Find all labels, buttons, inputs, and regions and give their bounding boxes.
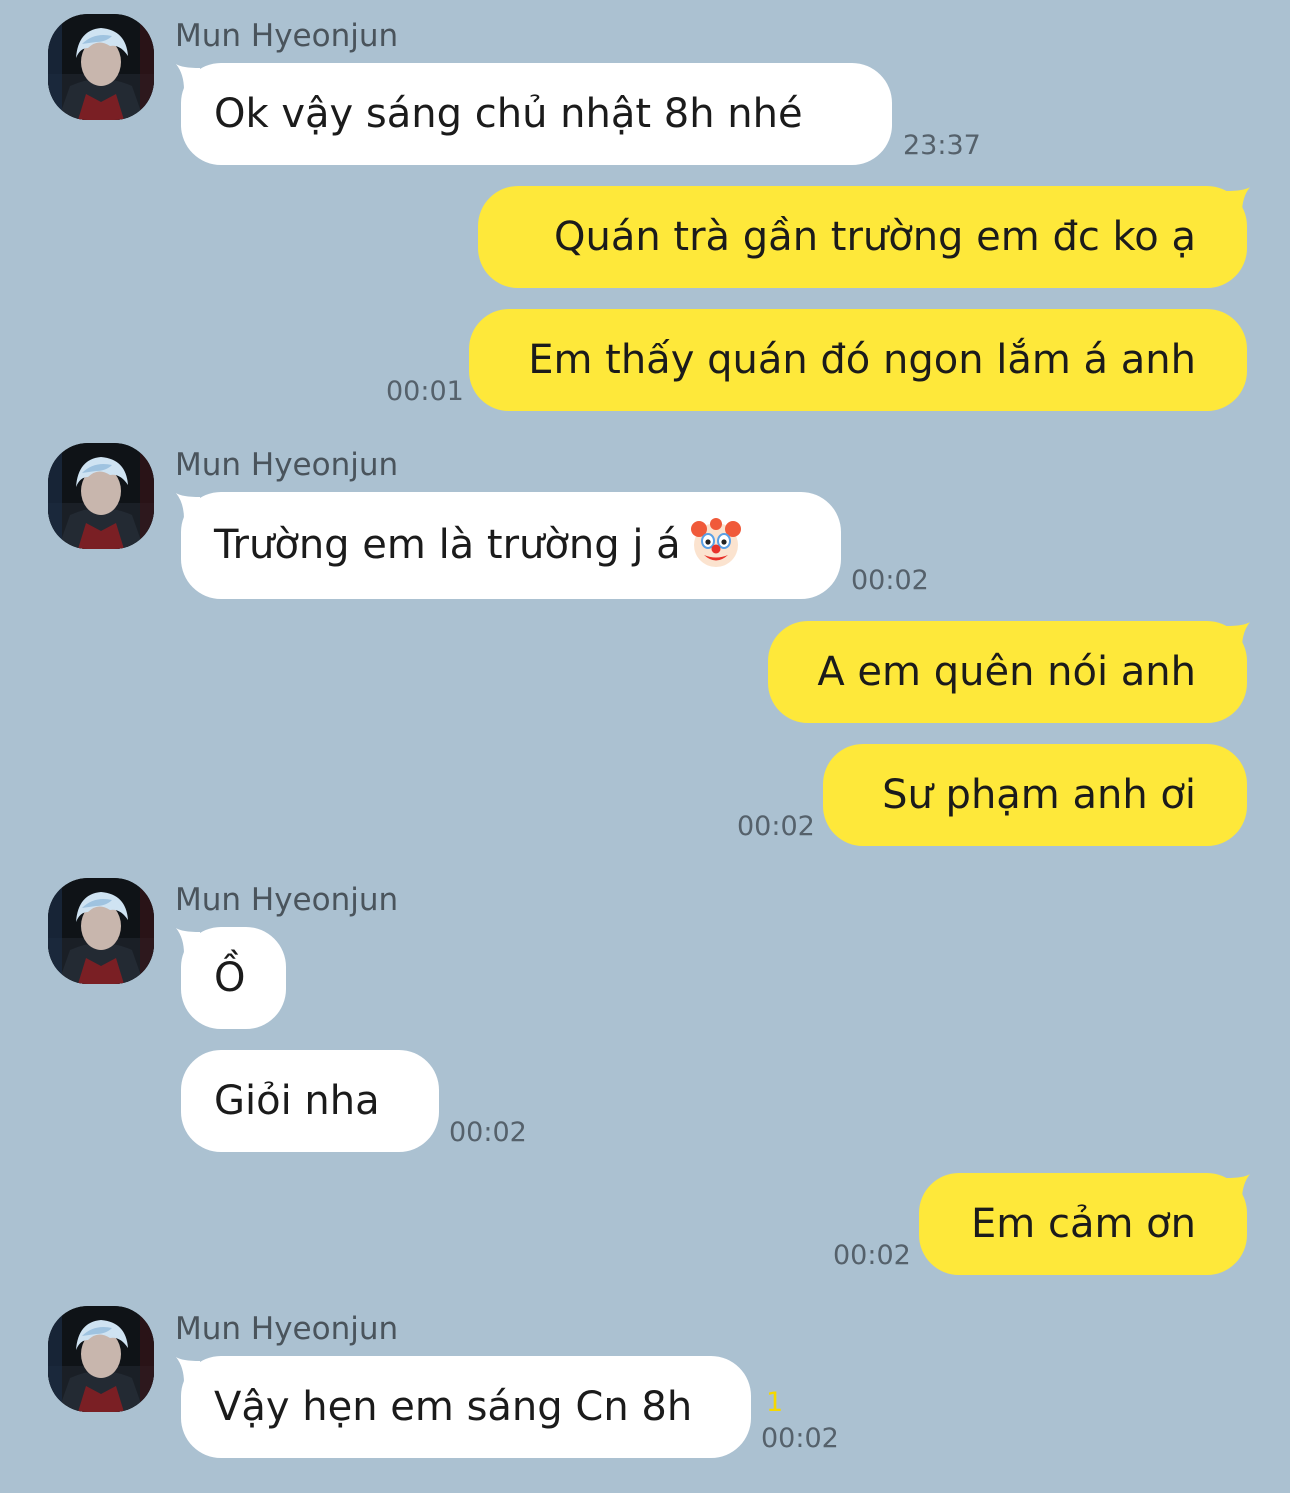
- message-text: A em quên nói anh: [817, 649, 1196, 695]
- avatar-image: [48, 14, 154, 120]
- sender-name: Mun Hyeonjun: [175, 882, 399, 918]
- message-bubble-outgoing[interactable]: Quán trà gần trường em đc ko ạ: [478, 186, 1247, 288]
- message-bubble-incoming[interactable]: Vậy hẹn em sáng Cn 8h: [181, 1356, 751, 1458]
- message-bubble-incoming[interactable]: Ok vậy sáng chủ nhật 8h nhé: [181, 63, 892, 165]
- message-bubble-outgoing[interactable]: A em quên nói anh: [768, 621, 1247, 723]
- sender-name: Mun Hyeonjun: [175, 18, 399, 54]
- unread-count: 1: [766, 1387, 784, 1418]
- sender-name: Mun Hyeonjun: [175, 1311, 399, 1347]
- message-time: 00:02: [833, 1240, 911, 1271]
- message-time: 00:01: [386, 376, 464, 407]
- contact-avatar[interactable]: [48, 443, 154, 549]
- message-text: Vậy hẹn em sáng Cn 8h: [214, 1384, 693, 1430]
- message-text: Sư phạm anh ơi: [882, 772, 1196, 818]
- message-text: Em cảm ơn: [971, 1201, 1196, 1247]
- message-text: Giỏi nha: [214, 1078, 380, 1124]
- contact-avatar[interactable]: [48, 14, 154, 120]
- message-bubble-incoming[interactable]: Trường em là trường j á: [181, 492, 841, 599]
- message-bubble-incoming[interactable]: Giỏi nha: [181, 1050, 439, 1152]
- message-text: Ồ: [214, 955, 246, 1001]
- message-time: 23:37: [903, 130, 981, 161]
- message-text: Ok vậy sáng chủ nhật 8h nhé: [214, 91, 803, 137]
- clown-face-icon: [690, 518, 741, 567]
- message-bubble-outgoing[interactable]: Sư phạm anh ơi: [823, 744, 1247, 846]
- avatar-image: [48, 878, 154, 984]
- message-text: Em thấy quán đó ngon lắm á anh: [528, 337, 1196, 383]
- message-bubble-outgoing[interactable]: Em cảm ơn: [919, 1173, 1247, 1275]
- message-bubble-incoming[interactable]: Ồ: [181, 927, 286, 1029]
- message-time: 00:02: [737, 811, 815, 842]
- message-bubble-outgoing[interactable]: Em thấy quán đó ngon lắm á anh: [469, 309, 1247, 411]
- sender-name: Mun Hyeonjun: [175, 447, 399, 483]
- contact-avatar[interactable]: [48, 878, 154, 984]
- message-time: 00:02: [449, 1117, 527, 1148]
- message-time: 00:02: [761, 1423, 839, 1454]
- message-text: Quán trà gần trường em đc ko ạ: [554, 214, 1196, 260]
- avatar-image: [48, 443, 154, 549]
- contact-avatar[interactable]: [48, 1306, 154, 1412]
- message-time: 00:02: [851, 565, 929, 596]
- message-text: Trường em là trường j á: [214, 522, 681, 568]
- avatar-image: [48, 1306, 154, 1412]
